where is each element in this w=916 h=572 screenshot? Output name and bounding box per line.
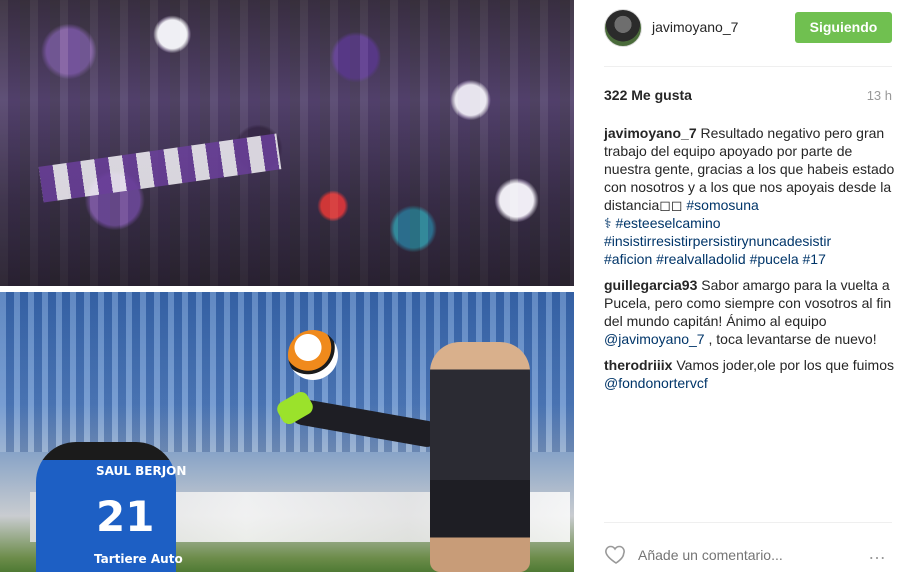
comment-input[interactable]: [638, 545, 848, 565]
jersey-number: 21: [96, 492, 155, 541]
header-divider: [604, 66, 892, 67]
comment-text: Vamos joder,ole por los que fuimos: [676, 357, 894, 373]
username-link[interactable]: javimoyano_7: [652, 19, 738, 35]
caption: javimoyano_7 Resultado negativo pero gra…: [604, 124, 900, 268]
post-media: SAUL BERJON 21 Tartiere Auto: [0, 0, 574, 572]
comment-item: therodriiix Vamos joder,ole por los que …: [604, 356, 900, 392]
post-header: javimoyano_7 Siguiendo: [588, 0, 916, 57]
following-button[interactable]: Siguiendo: [795, 12, 892, 43]
comments-list: javimoyano_7 Resultado negativo pero gra…: [604, 124, 900, 400]
emoji-icon: ⚕: [604, 215, 612, 231]
match-photo[interactable]: SAUL BERJON 21 Tartiere Auto: [0, 292, 574, 572]
hashtag[interactable]: #pucela: [750, 251, 799, 267]
post-panel: javimoyano_7 Siguiendo 322 Me gusta 13 h…: [588, 0, 916, 572]
valladolid-player: [430, 342, 530, 572]
football: [288, 330, 338, 380]
hashtag[interactable]: #aficion: [604, 251, 652, 267]
add-comment-bar: …: [604, 540, 904, 570]
jersey-sponsor: Tartiere Auto: [94, 552, 183, 566]
comment-user[interactable]: guillegarcia93: [604, 277, 697, 293]
post-time[interactable]: 13 h: [867, 88, 892, 103]
comment-user[interactable]: therodriiix: [604, 357, 672, 373]
caption-user[interactable]: javimoyano_7: [604, 125, 697, 141]
more-options-icon[interactable]: …: [868, 543, 888, 564]
hashtag[interactable]: #realvalladolid: [656, 251, 746, 267]
comment-text: , toca levantarse de nuevo!: [708, 331, 877, 347]
jersey-name: SAUL BERJON: [96, 464, 187, 478]
hashtag[interactable]: #17: [803, 251, 826, 267]
mention-link[interactable]: @javimoyano_7: [604, 331, 705, 347]
hashtag[interactable]: #somosuna: [686, 197, 758, 213]
hashtag[interactable]: #insistirresistirpersistirynuncadesistir: [604, 233, 831, 249]
comment-item: guillegarcia93 Sabor amargo para la vuel…: [604, 276, 900, 348]
likes-count[interactable]: 322 Me gusta: [604, 87, 692, 103]
avatar[interactable]: [604, 9, 642, 47]
heart-icon[interactable]: [604, 542, 628, 566]
fans-photo[interactable]: [0, 0, 574, 286]
hashtag[interactable]: #esteeselcamino: [615, 215, 720, 231]
footer-divider: [604, 522, 892, 523]
mention-link[interactable]: @fondonortervcf: [604, 375, 708, 391]
